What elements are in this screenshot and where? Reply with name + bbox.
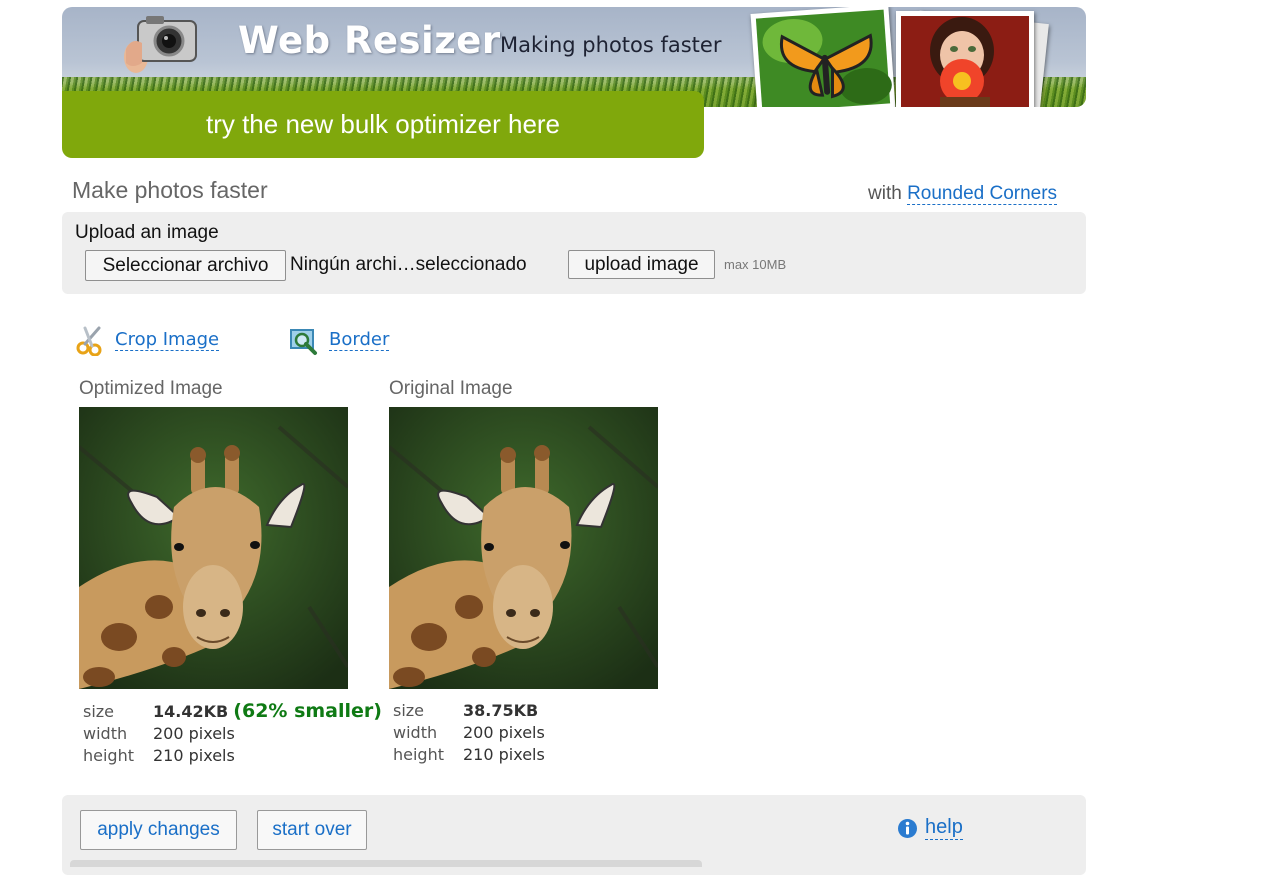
upload-label: Upload an image bbox=[75, 222, 219, 243]
help-link[interactable]: help bbox=[925, 816, 963, 840]
crop-image-link[interactable]: Crop Image bbox=[115, 329, 220, 351]
optimized-height-row: height 210 pixels bbox=[83, 745, 382, 767]
site-logo: Web Resizer bbox=[238, 19, 501, 62]
height-key: height bbox=[393, 745, 444, 764]
upload-image-button[interactable]: upload image bbox=[568, 250, 715, 279]
start-over-button[interactable]: start over bbox=[257, 810, 367, 850]
optimized-width-value: 200 pixels bbox=[153, 724, 235, 743]
optimized-height-value: 210 pixels bbox=[153, 746, 235, 765]
apply-changes-button[interactable]: apply changes bbox=[80, 810, 237, 850]
rounded-corners-row: with Rounded Corners bbox=[868, 183, 1058, 205]
original-size-value: 38.75KB bbox=[463, 701, 539, 720]
width-key: width bbox=[83, 724, 128, 743]
info-icon[interactable] bbox=[897, 818, 918, 839]
choose-file-button[interactable]: Seleccionar archivo bbox=[85, 250, 286, 281]
file-status-text: Ningún archi…seleccionado bbox=[290, 254, 527, 275]
original-giraffe-image bbox=[389, 407, 658, 689]
page-title: Make photos faster bbox=[72, 177, 268, 203]
original-stats: size 38.75KB width 200 pixels height 210 pi… bbox=[393, 700, 545, 766]
camera-hand-icon bbox=[124, 16, 197, 73]
optimized-image-title: Optimized Image bbox=[79, 378, 223, 399]
size-key: size bbox=[393, 701, 425, 720]
optimized-size-value: 14.42KB bbox=[153, 702, 229, 721]
butterfly-photo bbox=[750, 7, 896, 107]
scissors-icon[interactable] bbox=[75, 326, 105, 356]
border-magnifier-icon[interactable] bbox=[289, 326, 319, 356]
original-height-value: 210 pixels bbox=[463, 745, 545, 764]
bulk-optimizer-button[interactable]: try the new bulk optimizer here bbox=[62, 91, 704, 158]
max-size-note: max 10MB bbox=[724, 257, 787, 272]
rounded-corners-link[interactable]: Rounded Corners bbox=[907, 183, 1058, 205]
panel-edge bbox=[70, 860, 702, 867]
with-text: with bbox=[868, 183, 902, 204]
original-image-title: Original Image bbox=[389, 378, 513, 399]
height-key: height bbox=[83, 746, 134, 765]
original-width-value: 200 pixels bbox=[463, 723, 545, 742]
size-reduction-text: (62% smaller) bbox=[233, 700, 382, 722]
site-tagline: Making photos faster bbox=[500, 33, 722, 57]
size-key: size bbox=[83, 702, 115, 721]
optimized-stats: size 14.42KB (62% smaller) width 200 pixel… bbox=[83, 700, 382, 767]
width-key: width bbox=[393, 723, 438, 742]
border-link[interactable]: Border bbox=[329, 329, 390, 351]
optimized-size-row: size 14.42KB (62% smaller) bbox=[83, 700, 382, 723]
original-width-row: width 200 pixels bbox=[393, 722, 545, 744]
optimized-width-row: width 200 pixels bbox=[83, 723, 382, 745]
woman-flower-photo bbox=[896, 11, 1034, 107]
original-height-row: height 210 pixels bbox=[393, 744, 545, 766]
original-size-row: size 38.75KB bbox=[393, 700, 545, 722]
optimized-giraffe-image bbox=[79, 407, 348, 689]
